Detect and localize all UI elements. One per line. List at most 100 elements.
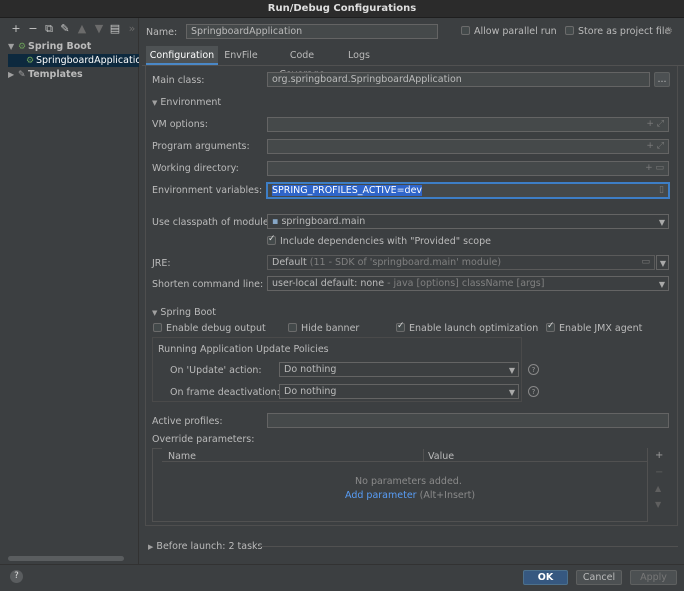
folder-icon[interactable]: + ▭ <box>645 162 664 175</box>
question-icon[interactable]: ? <box>528 364 539 375</box>
chevron-down-icon[interactable]: ▼ <box>152 99 157 107</box>
vm-options-field[interactable]: + ⤢ <box>267 117 669 132</box>
cancel-button[interactable]: Cancel <box>576 570 622 585</box>
spring-boot-section[interactable]: ▼ Spring Boot <box>152 307 216 318</box>
store-as-file-checkbox[interactable]: Store as project file <box>565 26 670 37</box>
arrow-up-icon[interactable]: ▲ <box>76 23 88 35</box>
jre-field[interactable]: Default (11 - SDK of 'springboard.main' … <box>267 255 655 270</box>
chevron-down-icon[interactable]: ▼ <box>660 257 666 269</box>
classpath-combo[interactable]: ▪ springboard.main ▼ <box>267 214 669 229</box>
browse-button[interactable]: ... <box>654 72 670 87</box>
col-value[interactable]: Value <box>428 451 454 462</box>
tree-item-springboard-application[interactable]: ⚙ SpringboardApplication <box>8 54 139 67</box>
tree-group-templates[interactable]: ▶ ✎ Templates <box>8 68 139 81</box>
ok-button[interactable]: OK <box>523 570 568 585</box>
launch-optimization-checkbox[interactable]: Enable launch optimization <box>396 321 538 334</box>
chevron-down-icon[interactable]: ▼ <box>509 386 515 398</box>
wrench-icon[interactable]: ✎ <box>59 23 71 35</box>
edit-icon[interactable]: ▯ <box>659 184 664 197</box>
debug-output-checkbox[interactable]: Enable debug output <box>153 323 266 334</box>
before-launch-divider <box>258 546 678 547</box>
folder-icon[interactable]: ▭ <box>641 256 650 269</box>
environment-section[interactable]: ▼ Environment <box>152 97 221 108</box>
gear-icon[interactable]: ⚙ <box>664 26 673 37</box>
program-args-label: Program arguments: <box>152 141 250 152</box>
col-name[interactable]: Name <box>168 451 196 462</box>
window-title: Run/Debug Configurations <box>0 0 684 18</box>
active-profiles-label: Active profiles: <box>152 416 223 427</box>
on-frame-label: On frame deactivation: <box>170 387 280 398</box>
folder-icon[interactable]: ▤ <box>109 23 121 35</box>
checkbox-icon[interactable] <box>288 323 297 332</box>
env-vars-label: Environment variables: <box>152 185 263 196</box>
env-vars-field[interactable]: SPRING_PROFILES_ACTIVE=dev ▯ <box>267 183 669 198</box>
copy-icon[interactable]: ⧉ <box>43 23 55 35</box>
on-update-combo[interactable]: Do nothing ▼ <box>279 362 519 377</box>
checkbox-icon[interactable] <box>396 321 405 332</box>
checkbox-icon[interactable] <box>461 26 470 35</box>
remove-icon[interactable]: − <box>655 467 663 478</box>
chevron-down-icon[interactable]: ▼ <box>152 309 157 317</box>
module-icon: ▪ <box>272 216 279 227</box>
override-table-header <box>162 448 647 462</box>
shorten-label: Shorten command line: <box>152 279 264 290</box>
include-provided-checkbox[interactable]: Include dependencies with "Provided" sco… <box>267 234 491 247</box>
checkbox-icon[interactable] <box>153 323 162 332</box>
working-dir-field[interactable]: + ▭ <box>267 161 669 176</box>
tab-code-coverage[interactable]: Code Coverage <box>266 46 338 80</box>
before-launch-section[interactable]: ▶ Before launch: 2 tasks <box>148 541 262 552</box>
program-args-field[interactable]: + ⤢ <box>267 139 669 154</box>
checkbox-icon[interactable] <box>267 234 276 245</box>
arrow-down-icon[interactable]: ▼ <box>655 500 661 509</box>
tab-logs[interactable]: Logs <box>342 46 376 65</box>
more-icon[interactable]: » <box>126 23 138 35</box>
name-field[interactable]: SpringboardApplication <box>186 24 438 39</box>
chevron-down-icon[interactable]: ▼ <box>659 216 665 228</box>
name-label: Name: <box>146 27 178 38</box>
expand-icon[interactable]: + ⤢ <box>646 140 664 153</box>
chevron-down-icon[interactable]: ▼ <box>509 364 515 376</box>
question-icon[interactable]: ? <box>528 386 539 397</box>
main-class-label: Main class: <box>152 75 205 86</box>
remove-icon[interactable]: − <box>27 23 39 35</box>
empty-table-text: No parameters added. <box>355 476 462 487</box>
jre-dropdown[interactable]: ▼ <box>656 255 669 270</box>
bottom-divider <box>0 564 684 565</box>
jmx-agent-checkbox[interactable]: Enable JMX agent <box>546 321 642 334</box>
column-divider <box>423 449 424 462</box>
main-class-field[interactable]: org.springboard.SpringboardApplication <box>267 72 650 87</box>
allow-parallel-checkbox[interactable]: Allow parallel run <box>461 26 557 37</box>
jre-label: JRE: <box>152 258 171 269</box>
on-frame-combo[interactable]: Do nothing ▼ <box>279 384 519 399</box>
chevron-right-icon[interactable]: ▶ <box>8 68 18 81</box>
add-parameter-link[interactable]: Add parameter (Alt+Insert) <box>345 490 475 501</box>
tree-scrollbar[interactable] <box>8 556 124 561</box>
arrow-down-icon[interactable]: ▼ <box>93 23 105 35</box>
vm-options-label: VM options: <box>152 119 208 130</box>
chevron-right-icon[interactable]: ▶ <box>148 543 153 551</box>
working-dir-label: Working directory: <box>152 163 239 174</box>
tab-configuration[interactable]: Configuration <box>146 46 218 65</box>
add-icon[interactable]: + <box>655 450 663 461</box>
checkbox-icon[interactable] <box>565 26 574 35</box>
wrench-icon: ✎ <box>18 70 26 80</box>
update-policies-title: Running Application Update Policies <box>157 344 330 355</box>
expand-icon[interactable]: + ⤢ <box>646 118 664 131</box>
chevron-down-icon[interactable]: ▼ <box>659 278 665 290</box>
configurations-tree-pane <box>0 18 139 564</box>
apply-button[interactable]: Apply <box>630 570 677 585</box>
spring-boot-icon: ⚙ <box>18 42 27 52</box>
checkbox-icon[interactable] <box>546 321 555 332</box>
hide-banner-checkbox[interactable]: Hide banner <box>288 323 359 334</box>
shorten-combo[interactable]: user-local default: none - java [options… <box>267 276 669 291</box>
spring-app-icon: ⚙ <box>26 56 35 66</box>
arrow-up-icon[interactable]: ▲ <box>655 484 661 493</box>
tree-group-spring-boot[interactable]: ▼ ⚙ Spring Boot <box>8 40 139 53</box>
add-icon[interactable]: + <box>10 23 22 35</box>
classpath-label: Use classpath of module: <box>152 217 272 228</box>
chevron-down-icon[interactable]: ▼ <box>8 40 18 53</box>
help-button[interactable]: ? <box>10 570 23 583</box>
active-profiles-field[interactable] <box>267 413 669 428</box>
on-update-label: On 'Update' action: <box>170 365 262 376</box>
tab-envfile[interactable]: EnvFile <box>220 46 262 65</box>
